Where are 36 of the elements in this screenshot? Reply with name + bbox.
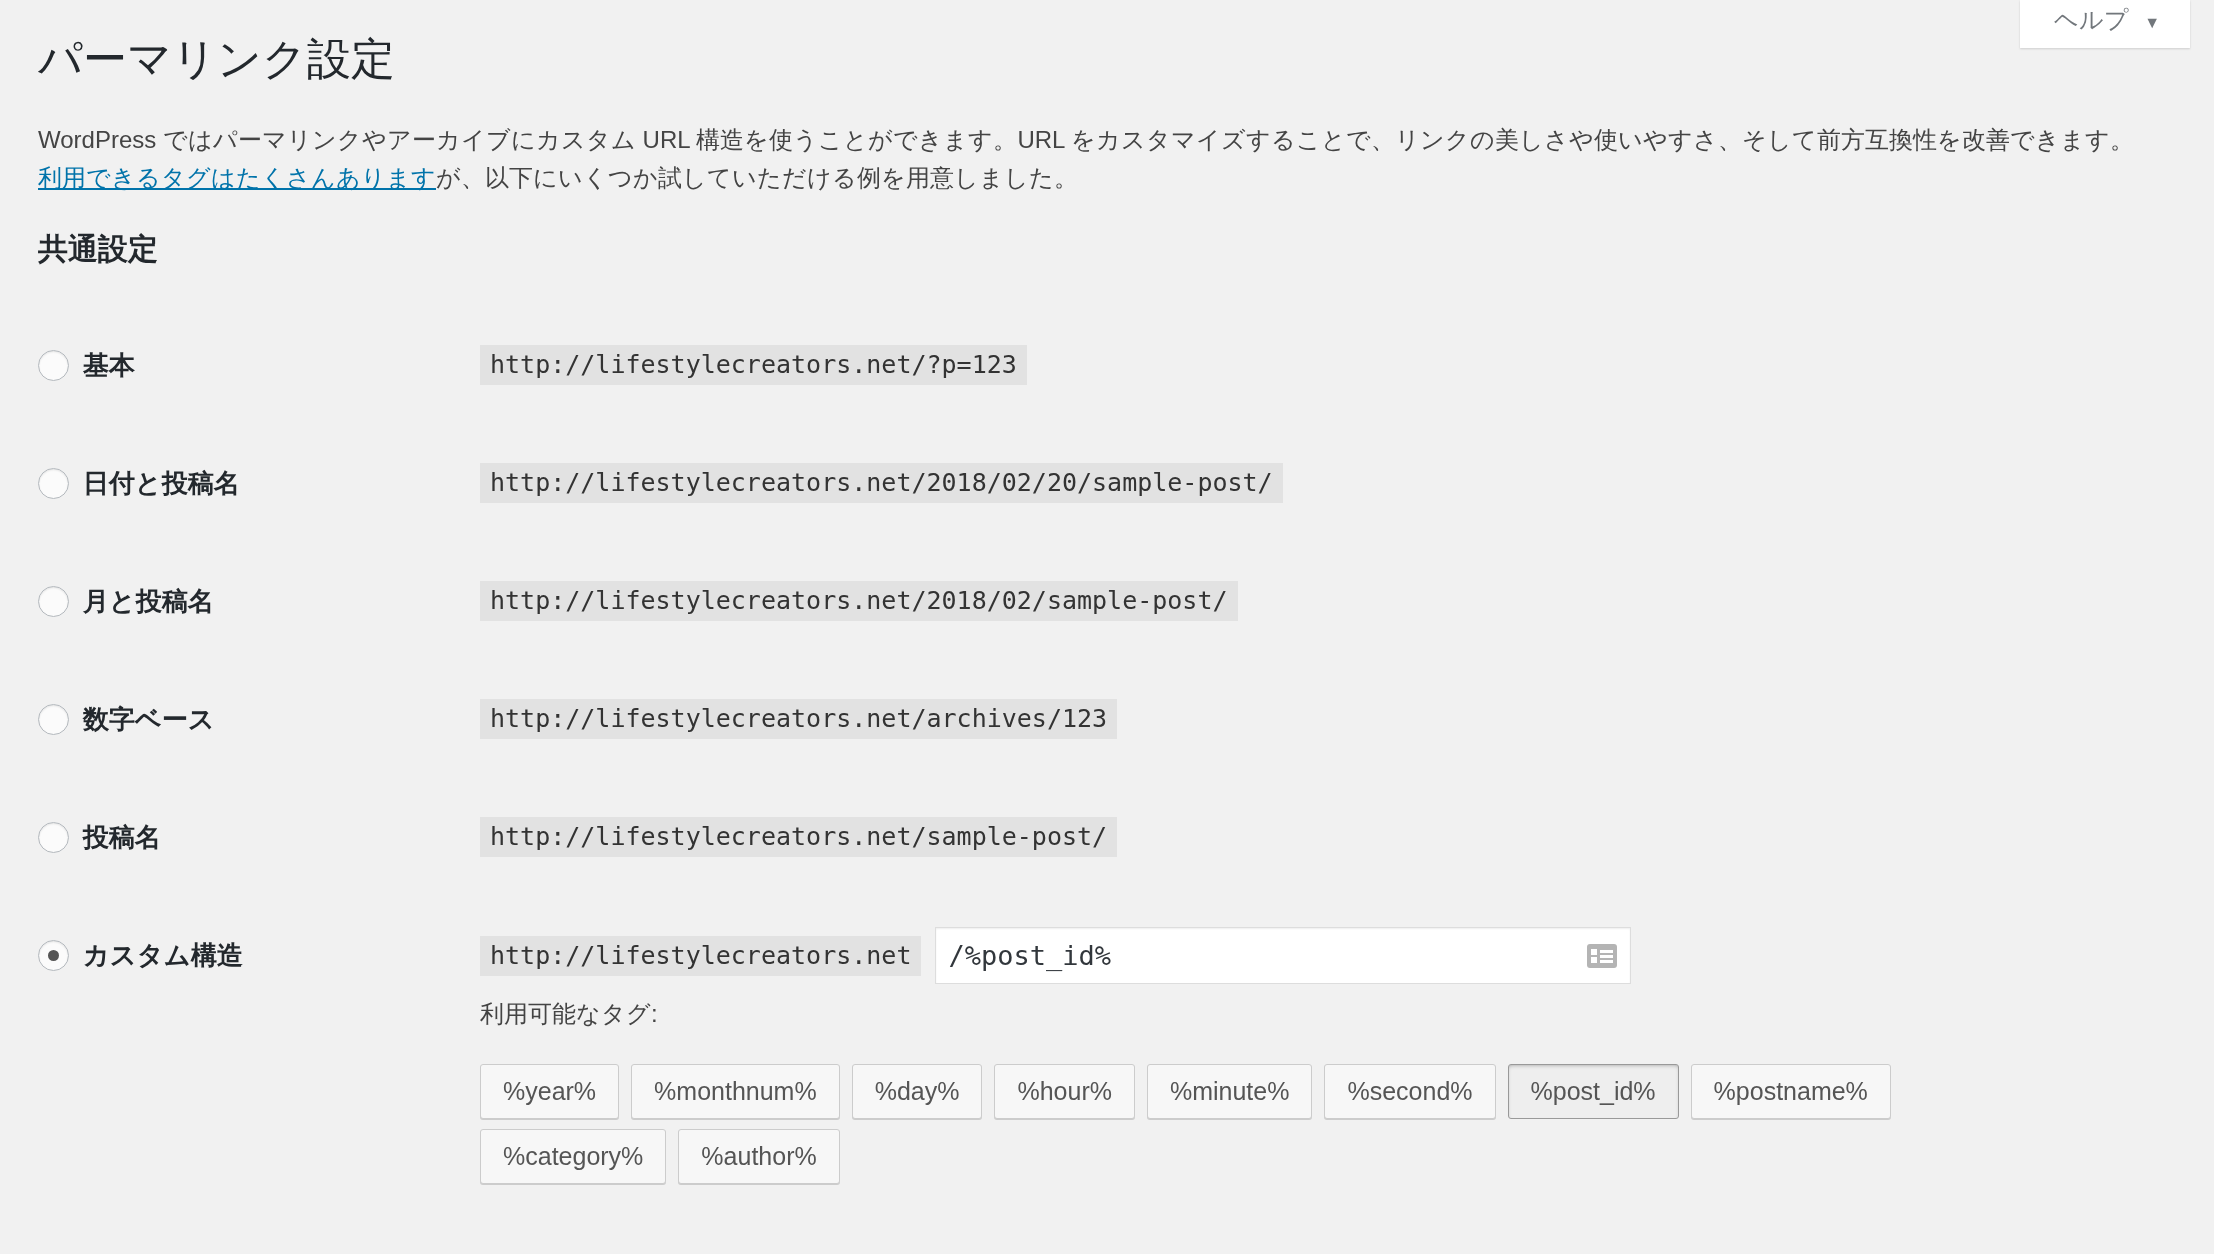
page-title: パーマリンク設定 — [38, 33, 395, 85]
tag-button[interactable]: %year% — [480, 1064, 620, 1119]
radio-button[interactable] — [38, 468, 69, 499]
help-button[interactable]: ヘルプ ▼ — [2020, 0, 2190, 48]
radio-button[interactable] — [38, 350, 69, 381]
tags-link[interactable]: 利用できるタグはたくさんあります — [38, 164, 436, 191]
option-label: 日付と投稿名 — [83, 468, 240, 498]
tag-button[interactable]: %postname% — [1690, 1064, 1891, 1119]
tag-button[interactable]: %category% — [480, 1129, 667, 1184]
tag-button[interactable]: %second% — [1324, 1064, 1496, 1119]
available-tags-label: 利用可能なタグ: — [480, 999, 659, 1029]
option-label: 基本 — [83, 350, 135, 380]
tag-button[interactable]: %post_id% — [1507, 1064, 1679, 1119]
tag-button[interactable]: %hour% — [994, 1064, 1135, 1119]
description-text: WordPress ではパーマリンクやアーカイブにカスタム URL 構造を使うことができます。URL をカスタマイズすることで、リンクの美しさや使いやすさ、そして前方互換性を改善できます。 利用できるタグはたくさんありますが、以下にいくつか試していただける例を用意しました。 — [38, 125, 2136, 193]
url-prefix: http://lifestylecreators.net — [480, 935, 922, 976]
url-example: http://lifestylecreators.net/2018/02/sample-post/ — [480, 581, 1238, 621]
option-label: 投稿名 — [83, 822, 161, 852]
section-title: 共通設定 — [38, 231, 159, 267]
option-label: 数字ベース — [83, 704, 215, 734]
radio-button[interactable] — [38, 940, 69, 971]
option-label: 月と投稿名 — [83, 586, 214, 616]
contact-card-icon — [1586, 942, 1619, 969]
tag-button[interactable]: %minute% — [1146, 1064, 1313, 1119]
radio-button[interactable] — [38, 586, 69, 617]
url-example: http://lifestylecreators.net/2018/02/20/sample-post/ — [480, 463, 1283, 503]
tag-button[interactable]: %author% — [678, 1129, 840, 1184]
radio-button[interactable] — [38, 822, 69, 853]
radio-button[interactable] — [38, 704, 69, 735]
tag-button[interactable]: %day% — [851, 1064, 983, 1119]
url-example: http://lifestylecreators.net/?p=123 — [480, 345, 1027, 385]
tag-button[interactable]: %monthnum% — [631, 1064, 840, 1119]
structure-input-field[interactable]: /%post_id% — [935, 927, 1632, 984]
option-label: カスタム構造 — [83, 940, 243, 970]
url-example: http://lifestylecreators.net/archives/123 — [480, 699, 1118, 739]
url-example: http://lifestylecreators.net/sample-post/ — [480, 817, 1118, 857]
